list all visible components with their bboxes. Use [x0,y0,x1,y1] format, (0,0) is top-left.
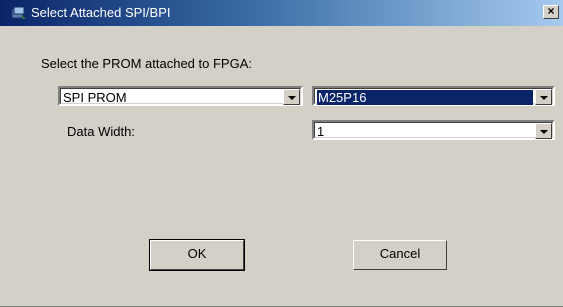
title-bar[interactable]: Select Attached SPI/BPI × [0,0,563,26]
chevron-down-icon[interactable] [535,123,552,139]
prom-device-value: M25P16 [317,90,533,105]
data-width-value: 1 [317,124,325,139]
data-width-select[interactable]: 1 [312,120,555,140]
ok-button[interactable]: OK [149,239,245,271]
window-title: Select Attached SPI/BPI [31,5,171,20]
chevron-down-icon[interactable] [283,89,300,105]
prom-type-value: SPI PROM [63,90,127,105]
prom-device-select-frame: M25P16 [314,88,553,105]
data-width-select-frame: 1 [314,122,553,139]
dialog-window: Select Attached SPI/BPI × Select the PRO… [0,0,563,307]
cancel-button[interactable]: Cancel [353,240,447,270]
close-button[interactable]: × [543,5,559,19]
app-icon [11,6,26,19]
close-icon: × [547,4,555,18]
data-width-label: Data Width: [67,124,135,139]
prom-type-select[interactable]: SPI PROM [58,86,303,106]
prom-device-select[interactable]: M25P16 [312,86,555,106]
prom-type-select-frame: SPI PROM [60,88,301,105]
chevron-down-icon[interactable] [535,89,552,105]
prom-prompt-label: Select the PROM attached to FPGA: [41,56,252,71]
